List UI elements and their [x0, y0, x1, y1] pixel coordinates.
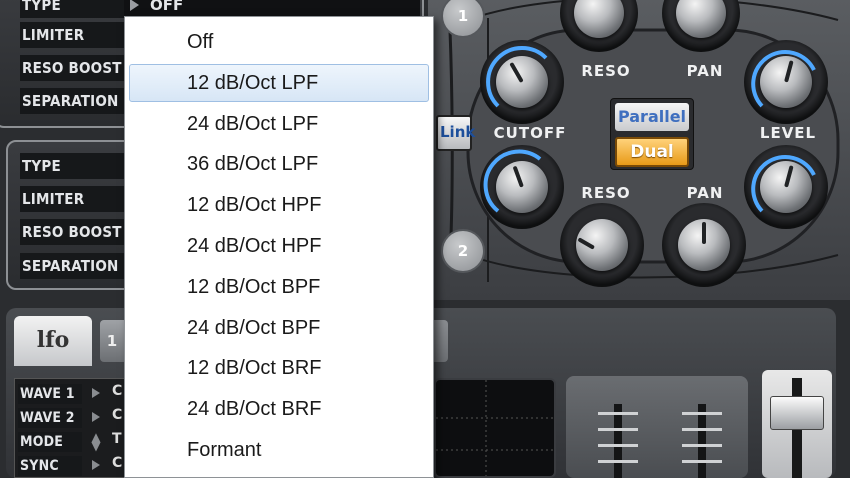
reso-top-label: RESO: [581, 62, 631, 80]
lfo-tab-faded[interactable]: [434, 320, 448, 362]
lfo-wave2-label: WAVE 2: [18, 408, 82, 428]
parallel-button[interactable]: Parallel: [615, 103, 689, 131]
fader-panel: [566, 376, 748, 478]
level-label: LEVEL: [759, 124, 817, 142]
fader-scale-2: [682, 412, 722, 472]
filter2-badge[interactable]: 2: [441, 229, 485, 273]
lfo-mode-label: MODE: [18, 432, 82, 452]
cutoff1-knob[interactable]: [496, 56, 548, 108]
lfo-wave2-value[interactable]: C: [112, 407, 122, 423]
lfo-sync-label: SYNC: [18, 456, 82, 476]
filter2-separation-label: SEPARATION: [20, 253, 124, 279]
filter-type-dropdown-menu: Off 12 dB/Oct LPF 24 dB/Oct LPF 36 dB/Oct L…: [124, 16, 434, 478]
parallel-label: Parallel: [617, 107, 687, 126]
pan2-indicator: [702, 222, 706, 244]
menu-item[interactable]: 12 dB/Oct HPF: [129, 186, 429, 224]
menu-item[interactable]: 12 dB/Oct BPF: [129, 268, 429, 306]
waveform-grid: [436, 380, 556, 476]
master-fader-handle[interactable]: [770, 396, 824, 430]
fader-scale-1: [598, 412, 638, 472]
dropdown-arrow-icon[interactable]: [130, 0, 139, 11]
menu-item[interactable]: 12 dB/Oct LPF: [129, 63, 429, 102]
menu-item[interactable]: Formant: [129, 431, 429, 469]
menu-item[interactable]: 24 dB/Oct LPF: [129, 105, 429, 143]
filter2-reso-boost-label: RESO BOOST: [20, 219, 124, 245]
menu-item[interactable]: 24 dB/Oct HPF: [129, 227, 429, 265]
filter1-type-label: TYPE: [20, 0, 124, 18]
dual-label: Dual: [630, 142, 674, 162]
filter1-reso-boost-label: RESO BOOST: [20, 55, 124, 81]
reso-bottom-label: RESO: [581, 184, 631, 202]
filter1-limiter-label: LIMITER: [20, 22, 124, 48]
lfo-tab-label: lfo: [36, 327, 70, 353]
pan-top-label: PAN: [686, 62, 724, 80]
cutoff2-knob[interactable]: [496, 161, 548, 213]
filter2-type-label: TYPE: [20, 153, 124, 179]
link-button[interactable]: Link: [436, 115, 476, 151]
dual-button[interactable]: Dual: [615, 137, 689, 167]
lfo-mode-value[interactable]: T: [112, 431, 122, 447]
lfo-tab-2-label: 1: [106, 332, 118, 350]
filter1-separation-label: SEPARATION: [20, 88, 124, 114]
menu-item[interactable]: Off: [129, 23, 429, 61]
mode-stepper-icon[interactable]: ▲ ▼: [90, 431, 102, 452]
filter2-limiter-label: LIMITER: [20, 186, 124, 212]
pan-bottom-label: PAN: [686, 184, 724, 202]
lfo-wave1-label: WAVE 1: [18, 384, 82, 404]
lfo-wave1-value[interactable]: C: [112, 383, 122, 399]
menu-item[interactable]: 12 dB/Oct BRF: [129, 349, 429, 387]
sync-arrow-icon[interactable]: [92, 460, 100, 470]
lfo-tab-2[interactable]: 1: [100, 320, 124, 362]
lfo-waveform-display: [434, 378, 556, 478]
menu-item[interactable]: 24 dB/Oct BRF: [129, 390, 429, 428]
menu-item[interactable]: 36 dB/Oct LPF: [129, 145, 429, 183]
master-fader-track: [762, 370, 832, 478]
cutoff-label: CUTOFF: [493, 124, 567, 142]
lfo-sync-value[interactable]: C: [112, 455, 122, 471]
wave1-arrow-icon[interactable]: [92, 388, 100, 398]
link-button-label: Link: [440, 123, 476, 141]
reso2-knob[interactable]: [576, 219, 628, 271]
wave2-arrow-icon[interactable]: [92, 412, 100, 422]
menu-item[interactable]: 24 dB/Oct BPF: [129, 309, 429, 347]
lfo-tab[interactable]: lfo: [14, 316, 92, 366]
